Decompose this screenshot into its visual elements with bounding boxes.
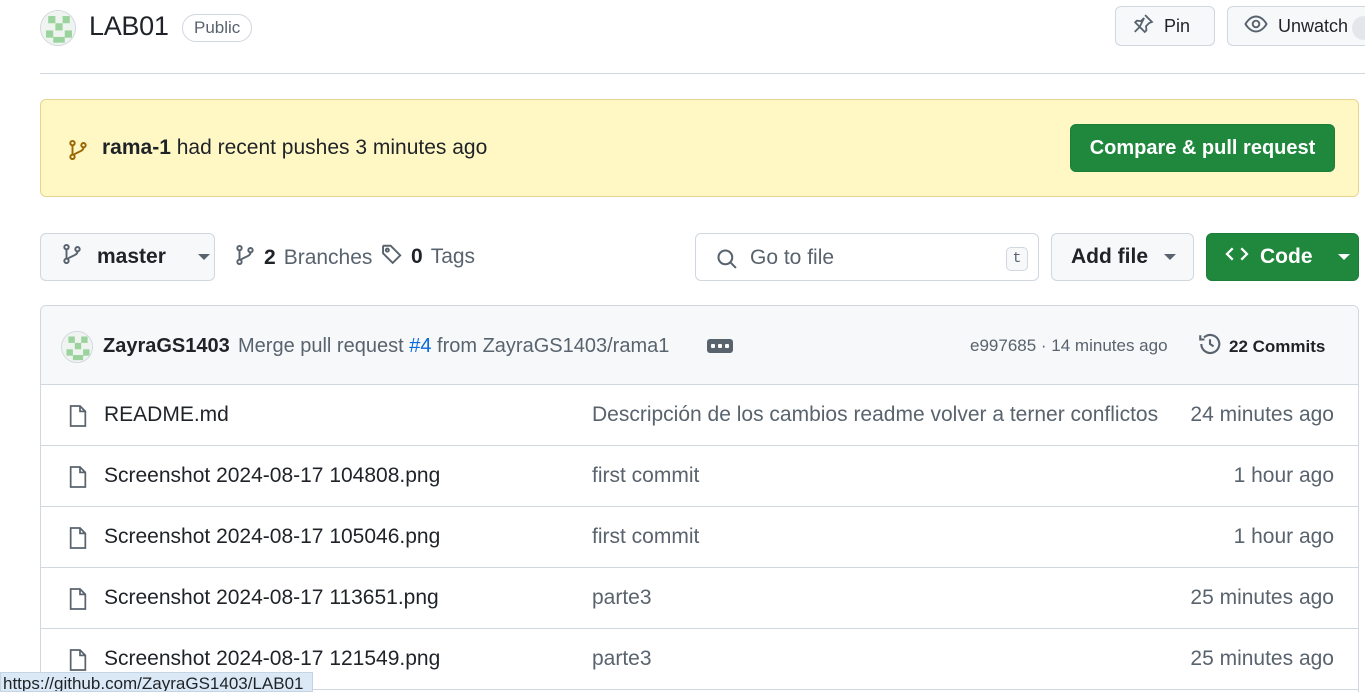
current-branch-label: master xyxy=(97,245,166,268)
repo-page: LAB01 Public Pin Unwatch rama-1 had rece… xyxy=(0,0,1365,692)
file-row[interactable]: README.md Descripción de los cambios rea… xyxy=(41,385,1358,446)
file-commit-message[interactable]: Descripción de los cambios readme volver… xyxy=(592,403,1158,427)
visibility-badge: Public xyxy=(182,14,253,42)
pin-label: Pin xyxy=(1164,15,1191,36)
branches-label: Branches xyxy=(283,246,373,269)
branches-count: 2 xyxy=(264,246,276,269)
file-icon xyxy=(67,465,89,494)
compare-pull-request-button[interactable]: Compare & pull request xyxy=(1070,124,1335,172)
owner-avatar[interactable] xyxy=(40,10,76,46)
status-bar-url: https://github.com/ZayraGS1403/LAB01 xyxy=(0,672,313,692)
file-commit-message[interactable]: parte3 xyxy=(592,647,652,671)
file-icon xyxy=(67,526,89,555)
chevron-down-icon xyxy=(1337,254,1350,260)
code-label: Code xyxy=(1260,245,1313,268)
banner-message: rama-1 had recent pushes 3 minutes ago xyxy=(102,136,487,160)
add-file-label: Add file xyxy=(1071,245,1148,268)
file-commit-message[interactable]: first commit xyxy=(592,525,699,549)
file-table: ZayraGS1403 Merge pull request #4 from Z… xyxy=(40,305,1359,692)
tags-count: 0 xyxy=(411,245,423,268)
repo-name[interactable]: LAB01 xyxy=(89,11,169,42)
tags-link[interactable]: 0 Tags xyxy=(381,243,475,271)
file-name[interactable]: README.md xyxy=(104,403,229,427)
file-commit-message[interactable]: parte3 xyxy=(592,586,652,610)
latest-commit-bar: ZayraGS1403 Merge pull request #4 from Z… xyxy=(41,306,1358,385)
eye-icon xyxy=(1244,12,1268,41)
banner-text: had recent pushes 3 minutes ago xyxy=(176,136,488,159)
file-row[interactable]: Screenshot 2024-08-17 113651.png parte3 … xyxy=(41,568,1358,629)
file-commit-message[interactable]: first commit xyxy=(592,464,699,488)
unwatch-label: Unwatch xyxy=(1278,15,1349,36)
chevron-down-icon xyxy=(197,254,210,260)
commits-history-link[interactable]: 22 Commits xyxy=(1198,332,1325,361)
file-commit-time: 25 minutes ago xyxy=(1190,586,1334,609)
code-icon xyxy=(1225,244,1249,270)
author-avatar[interactable] xyxy=(61,331,93,363)
pull-request-link[interactable]: #4 xyxy=(409,335,431,357)
tag-icon xyxy=(381,243,403,271)
go-to-file-input[interactable] xyxy=(750,243,990,273)
search-icon xyxy=(716,248,738,275)
file-icon xyxy=(67,404,89,433)
history-icon xyxy=(1198,332,1222,361)
recent-pushes-banner: rama-1 had recent pushes 3 minutes ago C… xyxy=(40,99,1359,197)
commit-author[interactable]: ZayraGS1403 xyxy=(103,335,230,358)
git-branch-icon xyxy=(234,243,256,273)
unwatch-button[interactable]: Unwatch xyxy=(1227,6,1365,46)
keyboard-shortcut-hint: t xyxy=(1006,247,1028,271)
expand-commit-message-button[interactable] xyxy=(707,339,733,353)
file-row[interactable]: Screenshot 2024-08-17 104808.png first c… xyxy=(41,446,1358,507)
branches-link[interactable]: 2 Branches xyxy=(234,243,372,273)
file-row[interactable]: Screenshot 2024-08-17 105046.png first c… xyxy=(41,507,1358,568)
file-commit-time: 24 minutes ago xyxy=(1190,403,1334,426)
file-name[interactable]: Screenshot 2024-08-17 121549.png xyxy=(104,647,440,671)
chevron-down-icon xyxy=(1164,254,1176,260)
pushed-branch-name[interactable]: rama-1 xyxy=(102,136,171,159)
file-commit-time: 25 minutes ago xyxy=(1190,647,1334,670)
repo-header: LAB01 Public Pin Unwatch xyxy=(40,0,1365,74)
file-name[interactable]: Screenshot 2024-08-17 105046.png xyxy=(104,525,440,549)
pin-icon xyxy=(1132,13,1154,40)
file-commit-time: 1 hour ago xyxy=(1233,525,1334,548)
file-name[interactable]: Screenshot 2024-08-17 113651.png xyxy=(104,586,439,610)
branch-selector[interactable]: master xyxy=(40,233,215,281)
git-branch-icon xyxy=(61,242,83,272)
git-branch-icon xyxy=(67,138,89,167)
pin-button[interactable]: Pin xyxy=(1115,6,1215,46)
go-to-file-search[interactable]: t xyxy=(695,233,1039,281)
code-button[interactable]: Code xyxy=(1206,233,1359,281)
file-commit-time: 1 hour ago xyxy=(1233,464,1334,487)
tags-label: Tags xyxy=(430,245,476,268)
file-name[interactable]: Screenshot 2024-08-17 104808.png xyxy=(104,464,440,488)
commit-hash-time[interactable]: e997685 · 14 minutes ago xyxy=(970,336,1168,356)
commit-message[interactable]: Merge pull request #4 from ZayraGS1403/r… xyxy=(238,335,669,358)
commit-message-suffix: from ZayraGS1403/rama1 xyxy=(437,335,670,357)
commit-message-prefix: Merge pull request xyxy=(238,335,404,357)
file-icon xyxy=(67,587,89,616)
commits-count-label: 22 Commits xyxy=(1229,336,1326,356)
add-file-button[interactable]: Add file xyxy=(1051,233,1194,281)
